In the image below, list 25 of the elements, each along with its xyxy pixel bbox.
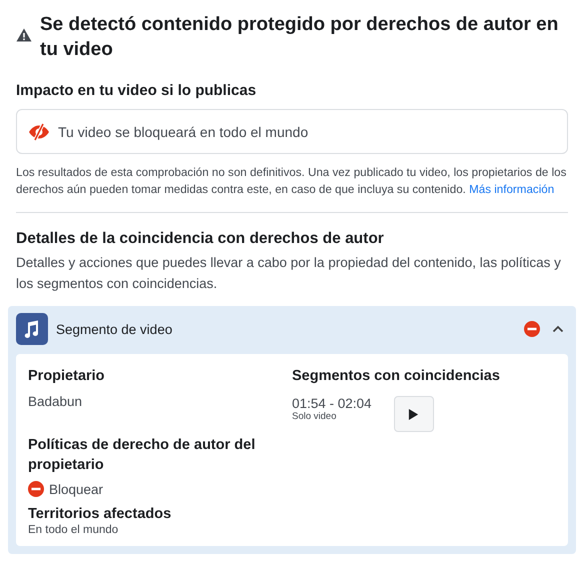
play-button[interactable] <box>394 396 434 432</box>
field-label: Segmentos con coincidencias <box>292 367 501 386</box>
match-title: Segmento de video <box>56 322 174 336</box>
chevron-icon <box>552 325 564 333</box>
field-label: Propietario <box>28 367 106 386</box>
play-icon <box>408 408 420 420</box>
territories-value: En todo el mundo <box>28 524 120 536</box>
block-icon <box>524 321 540 337</box>
segment-type: Solo video <box>292 411 338 422</box>
owner-name: Badabun <box>28 394 84 409</box>
section-heading: Detalles de la coincidencia con derechos de autor <box>16 230 385 248</box>
segment-time-range: 01:54 - 02:04 <box>292 396 372 411</box>
policy-action: Bloquear <box>49 482 104 496</box>
field-label: Territorios afectados <box>28 505 172 524</box>
dialog-title: Se detectó contenido protegido por derechos de autor en tu video <box>40 13 560 62</box>
hidden-eye-icon <box>28 122 50 140</box>
section-heading: Impacto en tu video si lo publicas <box>16 82 258 99</box>
block-icon <box>28 481 44 497</box>
impact-message: Tu video se bloqueará en todo el mundo <box>58 124 308 140</box>
field-label: Políticas de derecho de autor del propietario <box>28 436 256 475</box>
music-note-icon <box>16 313 48 345</box>
more-info-link[interactable]: Más información <box>469 183 554 196</box>
section-description: Detalles y acciones que puedes llevar a cabo por la propiedad del contenido, las políticas y los segmentos con coincidencias. <box>16 254 562 293</box>
disclaimer-text: Los resultados de esta comprobación no son definitivos. Una vez publicado tu video, los propietarios de los derechos aún pueden tomar medidas contra este, en caso de que incluya su contenido. Más información <box>16 165 568 198</box>
warning-icon <box>16 27 32 43</box>
